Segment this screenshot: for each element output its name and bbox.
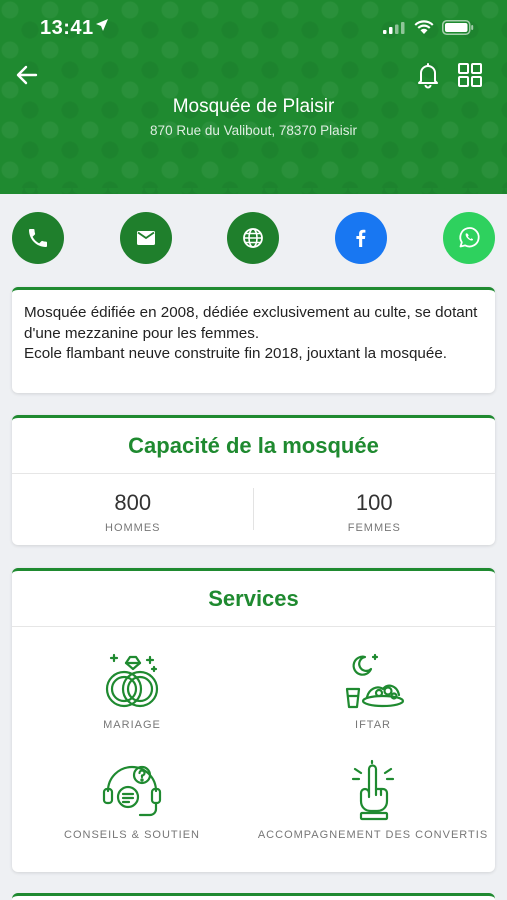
description-card: Mosquée édifiée en 2008, dédiée exclusiv…: [12, 287, 495, 393]
mosque-description: Mosquée édifiée en 2008, dédiée exclusiv…: [24, 304, 478, 362]
website-button[interactable]: [227, 212, 279, 264]
services-title: Services: [12, 571, 495, 627]
men-count: 800: [114, 490, 152, 515]
next-card-peek: [12, 893, 495, 900]
battery-icon: [442, 20, 474, 35]
capacity-women: 100 FEMMES: [254, 474, 496, 545]
menu-grid-button[interactable]: [455, 60, 485, 90]
mosque-header: 13:41 Mosquée de Plaisir 870 Rue du Vali…: [0, 0, 507, 200]
cellular-signal-icon: [383, 22, 405, 34]
facebook-button[interactable]: [335, 212, 387, 264]
service-label: ACCOMPAGNEMENT DES CONVERTIS: [257, 829, 489, 841]
capacity-men: 800 HOMMES: [12, 474, 254, 545]
service-mariage[interactable]: MARIAGE: [12, 649, 252, 731]
location-arrow-icon: [96, 19, 108, 31]
status-bar: 13:41: [0, 0, 507, 56]
envelope-icon: [137, 231, 155, 245]
women-count: 100: [355, 490, 393, 515]
women-label: FEMMES: [347, 522, 401, 534]
whatsapp-icon: [459, 227, 480, 248]
wifi-icon: [414, 20, 434, 34]
services-card: Services MARIAGE IFTAR CONSEILS & SOUTIE…: [12, 568, 495, 872]
capacity-card: Capacité de la mosquée 800 HOMMES 100 FE…: [12, 415, 495, 545]
globe-icon: [243, 228, 263, 248]
rings-icon: [105, 653, 159, 708]
arrow-left-icon: [16, 65, 38, 85]
bell-icon: [418, 63, 438, 89]
back-button[interactable]: [12, 60, 42, 90]
facebook-icon: [356, 229, 366, 247]
services-grid: MARIAGE IFTAR CONSEILS & SOUTIEN ACCOMPA…: [12, 627, 495, 872]
capacity-divider: [253, 488, 254, 530]
status-time: 13:41: [40, 17, 94, 39]
service-iftar[interactable]: IFTAR: [253, 649, 493, 731]
grid-icon: [458, 63, 482, 87]
service-label: CONSEILS & SOUTIEN: [64, 829, 200, 841]
phone-icon: [29, 229, 47, 247]
whatsapp-button[interactable]: [443, 212, 495, 264]
mosque-address: 870 Rue du Valibout, 78370 Plaisir: [150, 123, 357, 138]
notifications-button[interactable]: [413, 60, 443, 90]
capacity-title: Capacité de la mosquée: [12, 418, 495, 474]
raised-finger-icon: [351, 759, 395, 821]
service-label: MARIAGE: [103, 719, 161, 731]
email-button[interactable]: [120, 212, 172, 264]
support-headset-icon: [102, 765, 162, 817]
mosque-title: Mosquée de Plaisir: [172, 96, 335, 117]
capacity-row: 800 HOMMES 100 FEMMES: [12, 474, 495, 545]
iftar-meal-icon: [345, 653, 405, 709]
service-label: IFTAR: [355, 719, 391, 731]
call-button[interactable]: [12, 212, 64, 264]
men-label: HOMMES: [105, 522, 161, 534]
service-conseils[interactable]: CONSEILS & SOUTIEN: [12, 759, 252, 841]
service-convertis[interactable]: ACCOMPAGNEMENT DES CONVERTIS: [253, 759, 493, 841]
